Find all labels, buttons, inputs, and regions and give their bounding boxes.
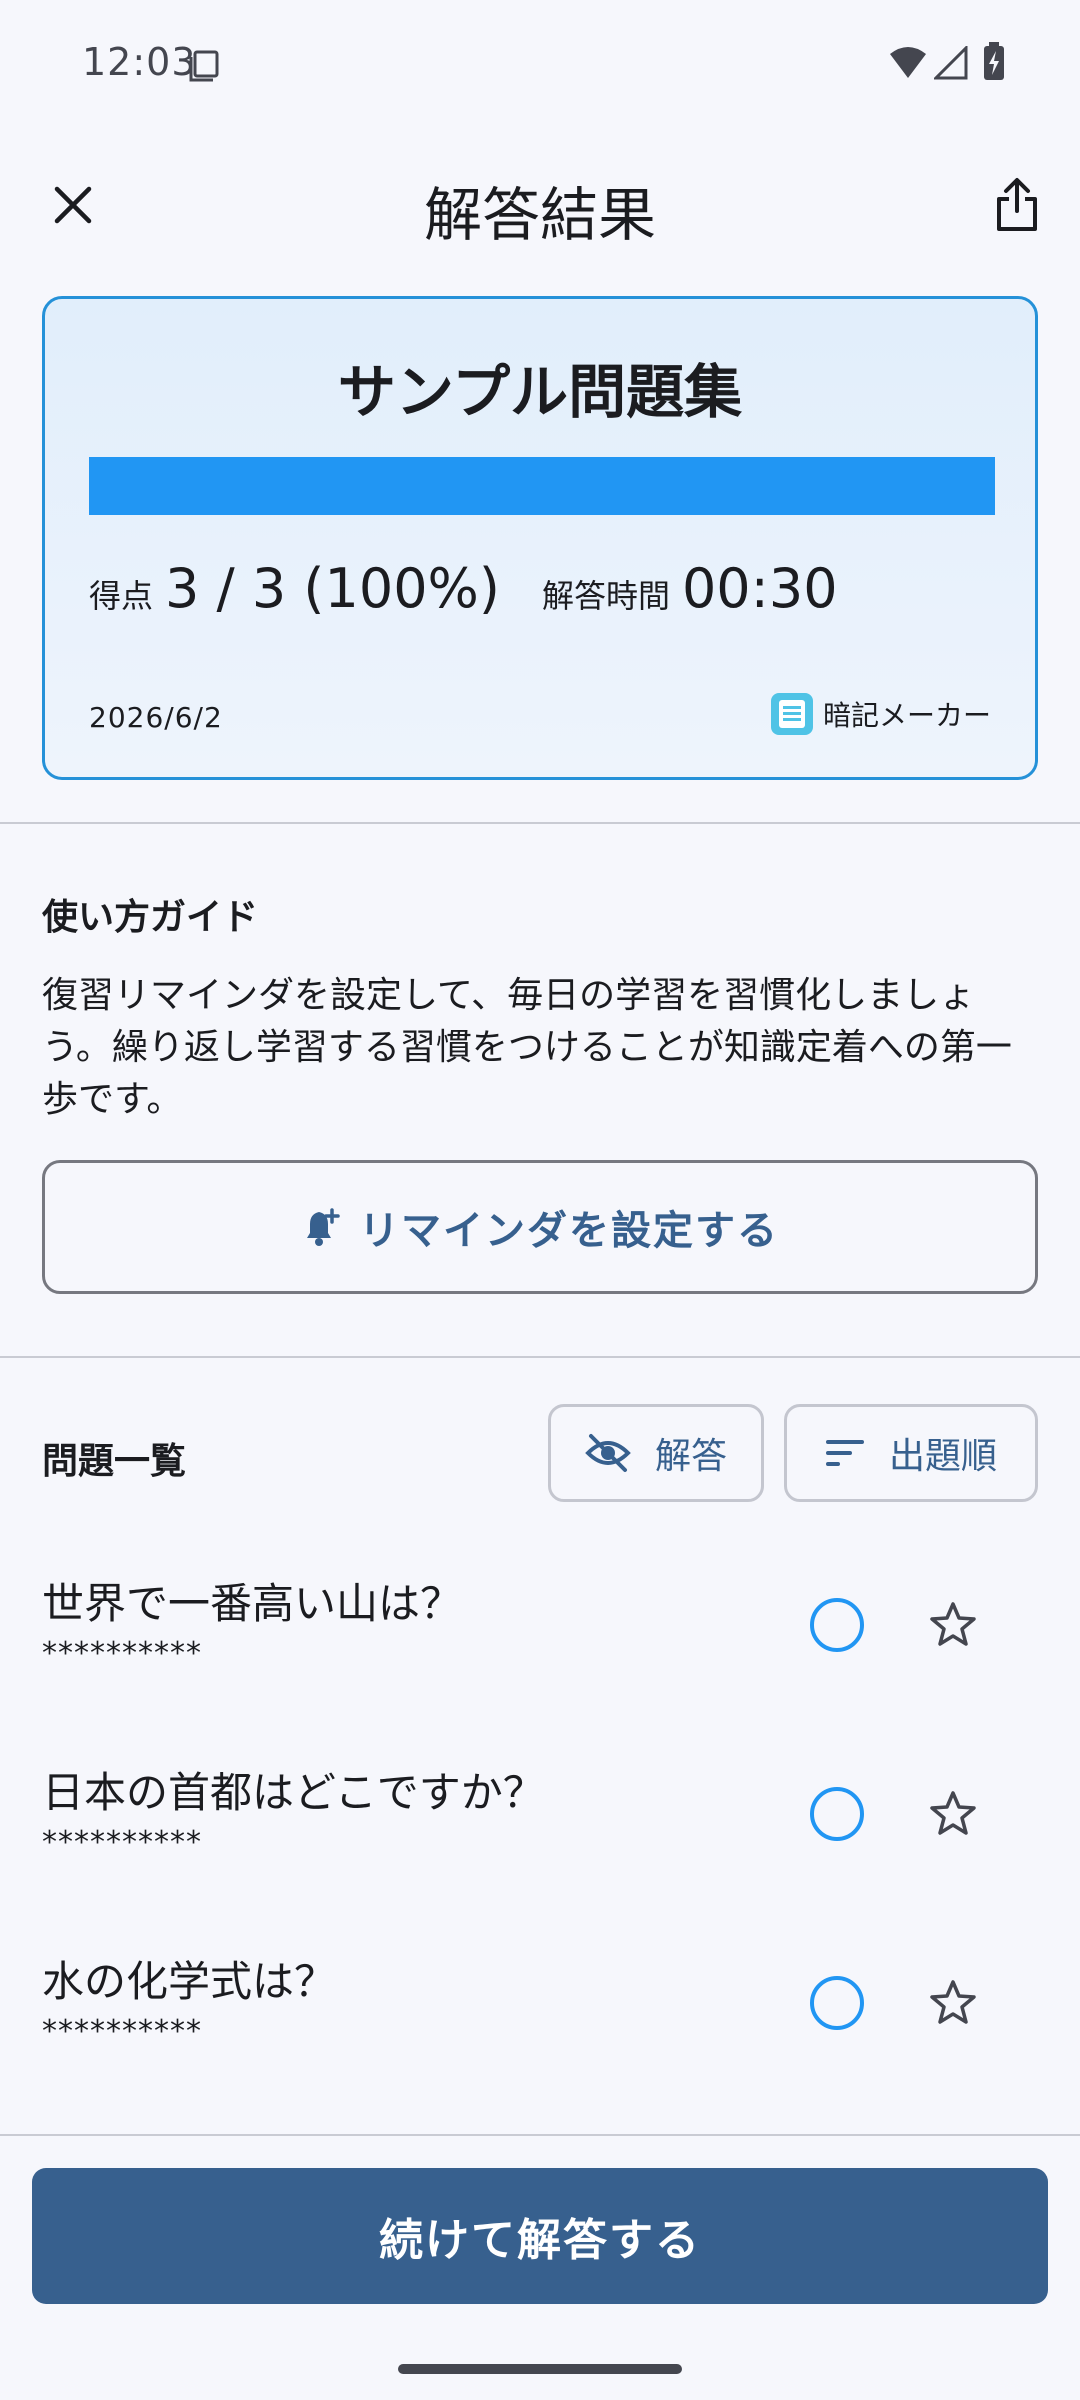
correct-mark-icon: [810, 1598, 864, 1652]
home-indicator[interactable]: [398, 2364, 682, 2374]
divider: [0, 1356, 1080, 1358]
result-screen: 12:03 解答結果 サンプル問題集 得点 3 / 3 (100%) 解答時間 …: [0, 0, 1080, 2400]
score-value: 3 / 3 (100%): [165, 557, 500, 620]
cell-signal-icon: [934, 46, 968, 80]
battery-charging-icon: [984, 42, 1004, 80]
hidden-answer: **********: [42, 1636, 202, 1671]
answer-visibility-toggle[interactable]: 解答: [548, 1404, 764, 1502]
star-icon[interactable]: [928, 1789, 978, 1839]
sort-order-button[interactable]: 出題順: [784, 1404, 1038, 1502]
correct-mark-icon: [810, 1976, 864, 2030]
star-icon[interactable]: [928, 1600, 978, 1650]
score-progress-fill: [89, 457, 995, 515]
time-value: 00:30: [681, 557, 838, 620]
bell-plus-icon: [307, 1208, 340, 1246]
correct-mark-icon: [810, 1787, 864, 1841]
score-label: 得点: [89, 577, 154, 615]
guide-body: 復習リマインダを設定して、毎日の学習を習慣化しましょう。繰り返し学習する習慣をつ…: [42, 975, 1012, 1120]
eye-off-icon: [585, 1434, 631, 1472]
wifi-icon: [890, 47, 926, 78]
divider: [0, 2134, 1080, 2136]
set-reminder-label: リマインダを設定する: [359, 1208, 779, 1254]
divider: [0, 822, 1080, 824]
status-time: 12:03: [82, 40, 197, 84]
score-row: 得点 3 / 3 (100%) 解答時間 00:30: [89, 557, 880, 620]
question-list-item[interactable]: 水の化学式は？ **********: [0, 1928, 1080, 2118]
hidden-answer: **********: [42, 2014, 202, 2049]
continue-label: 続けて解答する: [379, 2215, 701, 2266]
star-icon[interactable]: [928, 1978, 978, 2028]
sort-label: 出題順: [888, 1436, 997, 1477]
score-card: サンプル問題集 得点 3 / 3 (100%) 解答時間 00:30 2026/…: [42, 296, 1038, 780]
question-text: 水の化学式は？: [42, 1957, 337, 2006]
hidden-answer: **********: [42, 1825, 202, 1860]
question-text: 世界で一番高い山は？: [42, 1579, 463, 1628]
screenshot-notification-icon: [189, 50, 219, 82]
page-title: 解答結果: [423, 181, 656, 249]
answer-toggle-label: 解答: [654, 1436, 727, 1477]
question-list-item[interactable]: 日本の首都はどこですか？ **********: [0, 1739, 1080, 1929]
set-reminder-button[interactable]: リマインダを設定する: [42, 1160, 1038, 1294]
continue-answering-button[interactable]: 続けて解答する: [32, 2168, 1048, 2304]
guide-heading: 使い方ガイド: [42, 897, 259, 938]
app-logo-icon: [770, 693, 813, 735]
question-list-heading: 問題一覧: [42, 1441, 187, 1482]
brand-name: 暗記メーカー: [822, 699, 991, 732]
question-text: 日本の首都はどこですか？: [42, 1768, 545, 1817]
share-icon: [997, 178, 1037, 231]
time-label: 解答時間: [541, 577, 670, 615]
question-list-item[interactable]: 世界で一番高い山は？ **********: [0, 1550, 1080, 1740]
sort-icon: [825, 1440, 864, 1466]
workbook-title: サンプル問題集: [337, 358, 743, 426]
brand: 暗記メーカー: [770, 693, 991, 735]
result-date: 2026/6/2: [89, 701, 223, 734]
share-button[interactable]: [972, 160, 1062, 250]
app-bar: 解答結果: [0, 140, 1080, 270]
status-bar: 12:03: [0, 0, 1080, 128]
score-progress-bar: [89, 457, 995, 515]
